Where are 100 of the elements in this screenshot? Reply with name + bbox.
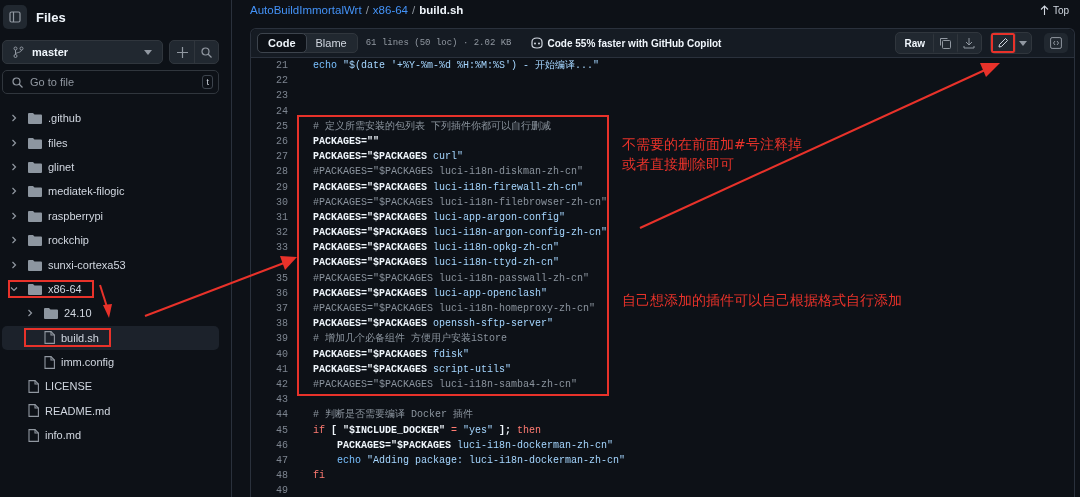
file-info: 61 lines (50 loc) · 2.02 KB — [365, 38, 512, 48]
tree-item[interactable]: glinet — [2, 154, 219, 180]
sidebar-toggle-icon[interactable] — [3, 5, 27, 29]
code-line: # 增加几个必备组件 方便用户安装iStore — [313, 333, 507, 345]
tree-item[interactable]: LICENSE — [2, 374, 219, 399]
line-number: 48 — [276, 469, 288, 484]
code-line: PACKAGES="$PACKAGES openssh-sftp-server" — [313, 318, 554, 330]
folder-icon — [28, 112, 42, 125]
arrow — [99, 284, 112, 318]
line-number: 37 — [276, 302, 288, 316]
folder-icon — [28, 282, 42, 295]
code-line: #PACKAGES="$PACKAGES luci-i18n-homeproxy-zh-cn" — [313, 303, 596, 314]
code-line: echo "Adding package: luci-i18n-dockerman-zh-cn" — [336, 454, 626, 466]
search-icon — [12, 77, 23, 88]
annotation-text: 或者直接删除即可 — [622, 155, 734, 174]
chevron-right-icon[interactable] — [10, 236, 18, 245]
line-number: 42 — [276, 377, 288, 392]
line-number: 39 — [276, 332, 288, 347]
code-line: fi — [313, 470, 325, 482]
chevron-right-icon[interactable] — [10, 114, 18, 123]
file-icon — [28, 380, 39, 393]
folder-icon — [28, 160, 42, 173]
tree-item[interactable]: sunxi-cortexa53 — [2, 252, 219, 277]
path-separator: / — [365, 4, 369, 16]
tree-item[interactable]: 24.10 — [2, 301, 219, 326]
code-line: #PACKAGES="$PACKAGES luci-i18n-passwall-zh-cn" — [313, 272, 590, 284]
line-number: 33 — [276, 241, 288, 256]
view-tab[interactable]: Blame — [305, 34, 357, 52]
edit-icon[interactable] — [991, 33, 1015, 53]
breadcrumb-link[interactable]: x86-64 — [372, 4, 408, 16]
code-line: PACKAGES="" — [313, 135, 379, 147]
copilot-icon — [529, 37, 544, 49]
line-number: 21 — [276, 59, 288, 73]
line-number: 23 — [276, 89, 288, 104]
breadcrumb-link[interactable]: AutoBuildImmortalWrt — [250, 4, 362, 16]
line-number: 31 — [276, 210, 288, 225]
line-number: 24 — [276, 104, 288, 119]
code-line: PACKAGES="$PACKAGES luci-i18n-argon-config-zh-cn" — [313, 227, 608, 239]
line-number: 44 — [276, 408, 288, 423]
chevron-right-icon[interactable] — [10, 162, 18, 171]
tree-item[interactable]: README.md — [2, 398, 219, 424]
sidebar-title: Files — [36, 9, 66, 25]
branch-icon — [13, 46, 24, 58]
line-number: 32 — [276, 226, 288, 241]
line-number: 25 — [276, 119, 288, 134]
code-line: # 判断是否需要编译 Docker 插件 — [313, 409, 473, 421]
tree-item[interactable]: info.md — [2, 423, 219, 448]
file-icon — [28, 428, 39, 442]
tree-item[interactable]: mediatek-filogic — [2, 179, 219, 204]
code-line: PACKAGES="$PACKAGES curl" — [313, 151, 464, 163]
chevron-right-icon[interactable] — [10, 187, 18, 196]
copilot-link[interactable]: Code 55% faster with GitHub Copilot — [547, 37, 722, 49]
view-tab[interactable]: Code — [257, 33, 307, 53]
code-line: PACKAGES="$PACKAGES luci-i18n-dockerman-zh-cn" — [336, 439, 614, 451]
path-separator: / — [412, 4, 416, 16]
code-line: #PACKAGES="$PACKAGES luci-i18n-diskman-zh-cn" — [313, 166, 584, 178]
code-line: #PACKAGES="$PACKAGES luci-i18n-filebrowser-zh-cn" — [313, 196, 608, 208]
folder-icon — [44, 307, 58, 320]
line-number: 40 — [276, 347, 288, 362]
symbols-icon[interactable] — [1044, 33, 1068, 53]
line-number: 36 — [276, 286, 288, 301]
folder-icon — [28, 258, 42, 271]
chevron-right-icon[interactable] — [10, 211, 18, 220]
line-number: 29 — [276, 180, 288, 195]
tree-item[interactable]: x86-64 — [2, 276, 219, 302]
tree-item[interactable]: rockchip — [2, 227, 219, 253]
line-number: 22 — [276, 74, 288, 89]
caret-icon — [144, 49, 152, 55]
code-line: PACKAGES="$PACKAGES luci-i18n-ttyd-zh-cn" — [313, 257, 560, 269]
code-line: #PACKAGES="$PACKAGES luci-i18n-samba4-zh-cn" — [313, 378, 578, 390]
tree-item[interactable]: .github — [2, 106, 219, 131]
chevron-right-icon[interactable] — [10, 260, 18, 269]
file-icon — [28, 404, 39, 418]
file-icon — [44, 331, 55, 345]
code-line: if [ "$INCLUDE_DOCKER" = "yes" ]; then — [313, 424, 542, 436]
annotation-text: 不需要的在前面加#号注释掉 — [622, 135, 802, 154]
code-line: PACKAGES="$PACKAGES luci-i18n-opkg-zh-cn" — [313, 242, 560, 254]
folder-icon — [28, 185, 42, 198]
branch-selector[interactable]: master — [2, 40, 163, 64]
top-link[interactable]: Top — [1039, 4, 1075, 16]
chevron-down-icon[interactable] — [10, 284, 18, 293]
code-line: PACKAGES="$PACKAGES script-utils" — [313, 363, 512, 375]
line-number: 47 — [276, 453, 288, 468]
line-number: 38 — [276, 317, 288, 332]
tree-item[interactable]: raspberrypi — [2, 203, 219, 228]
line-number: 35 — [276, 271, 288, 286]
chevron-right-icon[interactable] — [26, 309, 34, 318]
tree-item[interactable]: files — [2, 130, 219, 155]
tree-item[interactable]: build.sh — [2, 325, 219, 350]
folder-icon — [28, 234, 42, 247]
code-line: echo "$(date '+%Y-%m-%d %H:%M:%S') - 开始编译..." — [313, 60, 600, 71]
line-number: 26 — [276, 134, 288, 149]
code-line: PACKAGES="$PACKAGES luci-i18n-firewall-zh-cn" — [313, 181, 584, 193]
code-line: PACKAGES="$PACKAGES luci-app-openclash" — [313, 287, 548, 299]
code-line: # 定义所需安装的包列表 下列插件你都可以自行删减 — [313, 120, 551, 132]
annotation-text: 自己想添加的插件可以自己根据格式自行添加 — [622, 291, 902, 310]
line-number: 46 — [276, 438, 288, 453]
tree-item[interactable]: imm.config — [2, 349, 219, 375]
line-number: 30 — [276, 195, 288, 210]
chevron-right-icon[interactable] — [10, 138, 18, 147]
